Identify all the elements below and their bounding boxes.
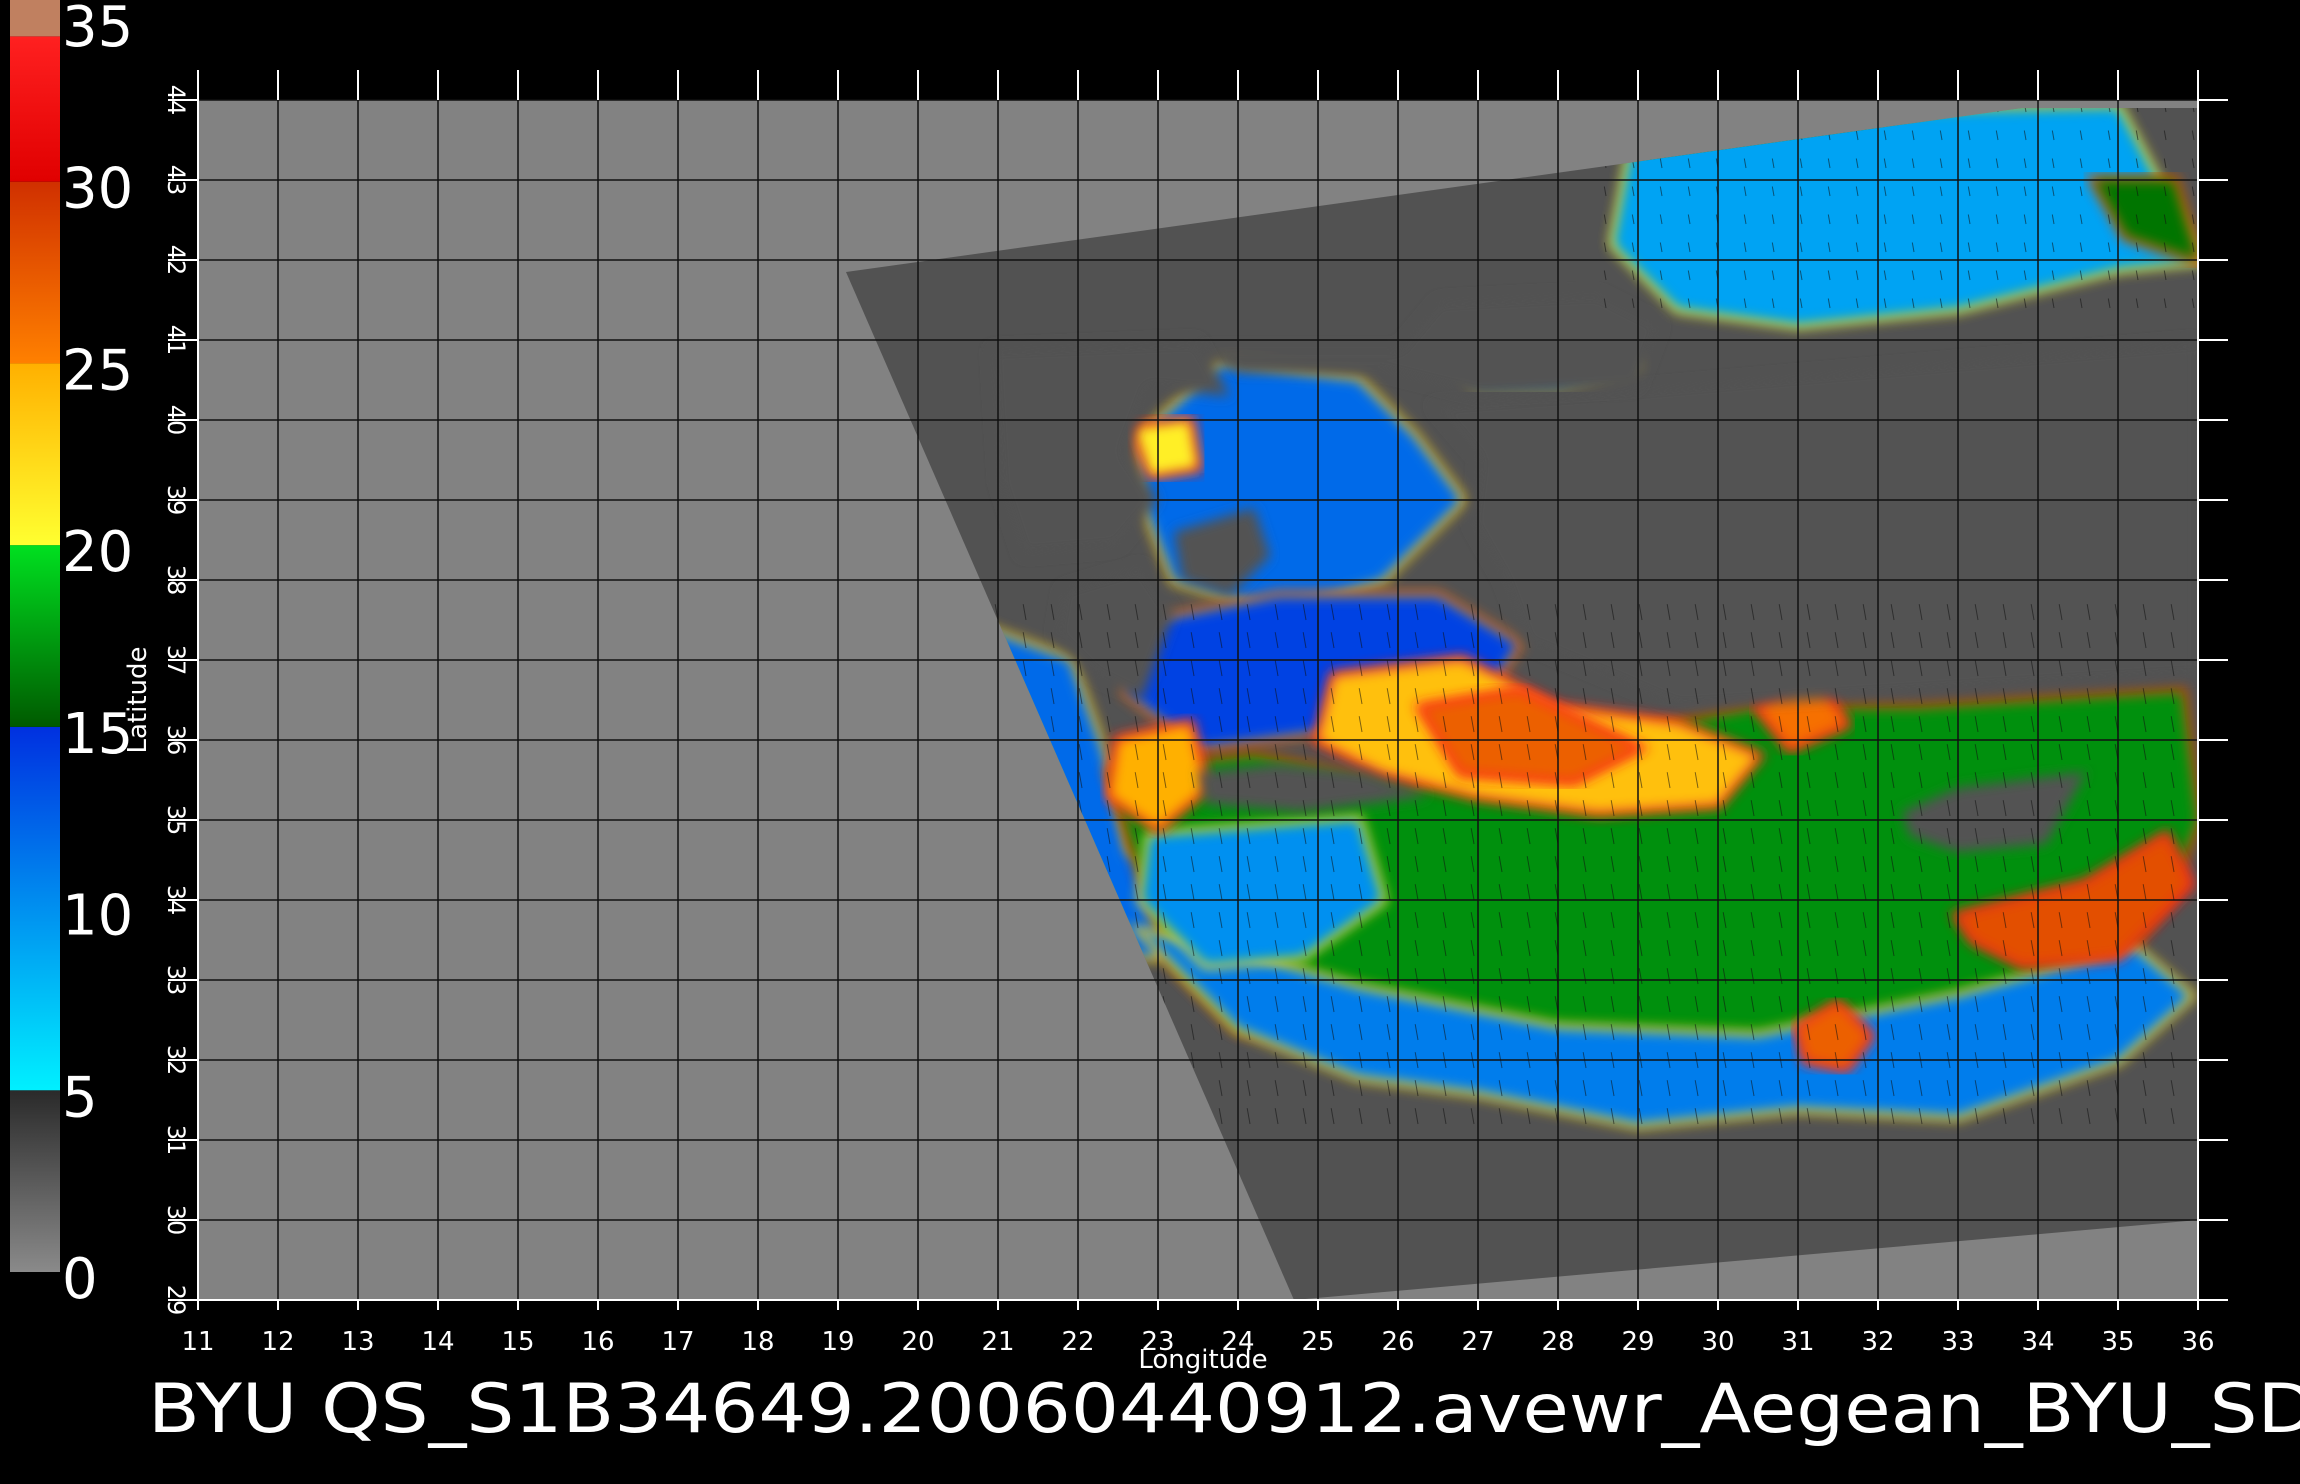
colorbar-label: 0 bbox=[62, 1247, 98, 1312]
colorbar-segment bbox=[10, 1090, 60, 1272]
x-tick-label: 22 bbox=[1061, 1327, 1094, 1357]
colorbar-label: 20 bbox=[62, 520, 133, 585]
x-tick-label: 34 bbox=[2021, 1327, 2054, 1357]
y-tick-label: 36 bbox=[162, 725, 190, 756]
y-tick-label: 30 bbox=[162, 1205, 190, 1236]
y-tick-label: 43 bbox=[162, 165, 190, 196]
colorbar-label: 35 bbox=[62, 0, 133, 60]
x-tick-label: 13 bbox=[341, 1327, 374, 1357]
map-figure: 35 30 25 20 15 10 5 0 11 12 13 14 15 16 17 18 19 20 21 22 2… bbox=[0, 0, 2300, 1480]
x-tick-label: 20 bbox=[901, 1327, 934, 1357]
y-tick-label: 31 bbox=[162, 1125, 190, 1156]
colorbar-segment bbox=[10, 181, 60, 364]
colorbar-segment bbox=[10, 545, 60, 727]
caption: BYU QS_S1B34649.20060440912.avewr_Aegean… bbox=[148, 1370, 2300, 1449]
x-tick-label: 36 bbox=[2181, 1327, 2214, 1357]
x-tick-label: 30 bbox=[1701, 1327, 1734, 1357]
map-canvas: 35302520151050 11 12 13 14 15 16 17 18 19 20 21 22 2… bbox=[10, 0, 2300, 1449]
x-tick-label: 31 bbox=[1781, 1327, 1814, 1357]
x-tick-label: 16 bbox=[581, 1327, 614, 1357]
y-axis-label: Latitude bbox=[123, 646, 153, 753]
x-tick-label: 14 bbox=[421, 1327, 454, 1357]
colorbar-segment bbox=[10, 363, 60, 546]
y-tick-label: 33 bbox=[162, 965, 190, 996]
colorbar-label: 25 bbox=[62, 338, 133, 403]
x-tick-label: 15 bbox=[501, 1327, 534, 1357]
x-tick-label: 28 bbox=[1541, 1327, 1574, 1357]
y-tick-label: 37 bbox=[162, 645, 190, 676]
colorbar-label: 5 bbox=[62, 1065, 98, 1130]
x-tick-label: 17 bbox=[661, 1327, 694, 1357]
y-tick-label: 32 bbox=[162, 1045, 190, 1076]
y-tick-label: 44 bbox=[162, 85, 190, 116]
colorbar-label: 30 bbox=[62, 157, 133, 222]
colorbar-segment bbox=[10, 36, 60, 182]
y-tick-label: 34 bbox=[162, 885, 190, 916]
colorbar-segment bbox=[10, 726, 60, 1091]
colorbar-label: 10 bbox=[62, 884, 133, 949]
x-tick-label: 21 bbox=[981, 1327, 1014, 1357]
plot-area bbox=[197, 99, 2199, 1301]
x-tick-label: 29 bbox=[1621, 1327, 1654, 1357]
y-tick-label: 42 bbox=[162, 245, 190, 276]
x-tick-label: 11 bbox=[181, 1327, 214, 1357]
y-tick-label: 38 bbox=[162, 565, 190, 596]
y-tick-label: 41 bbox=[162, 325, 190, 356]
colorbar: 35302520151050 bbox=[10, 0, 133, 1312]
y-tick-label: 29 bbox=[162, 1285, 190, 1316]
x-tick-label: 19 bbox=[821, 1327, 854, 1357]
x-tick-label: 26 bbox=[1381, 1327, 1414, 1357]
x-tick-label: 35 bbox=[2101, 1327, 2134, 1357]
x-tick-label: 33 bbox=[1941, 1327, 1974, 1357]
x-tick-label: 12 bbox=[261, 1327, 294, 1357]
colorbar-segment bbox=[10, 0, 60, 37]
x-tick-label: 27 bbox=[1461, 1327, 1494, 1357]
x-tick-label: 18 bbox=[741, 1327, 774, 1357]
x-tick-label: 32 bbox=[1861, 1327, 1894, 1357]
y-tick-label: 39 bbox=[162, 485, 190, 516]
x-tick-label: 25 bbox=[1301, 1327, 1334, 1357]
y-tick-label: 35 bbox=[162, 805, 190, 836]
y-tick-label: 40 bbox=[162, 405, 190, 436]
